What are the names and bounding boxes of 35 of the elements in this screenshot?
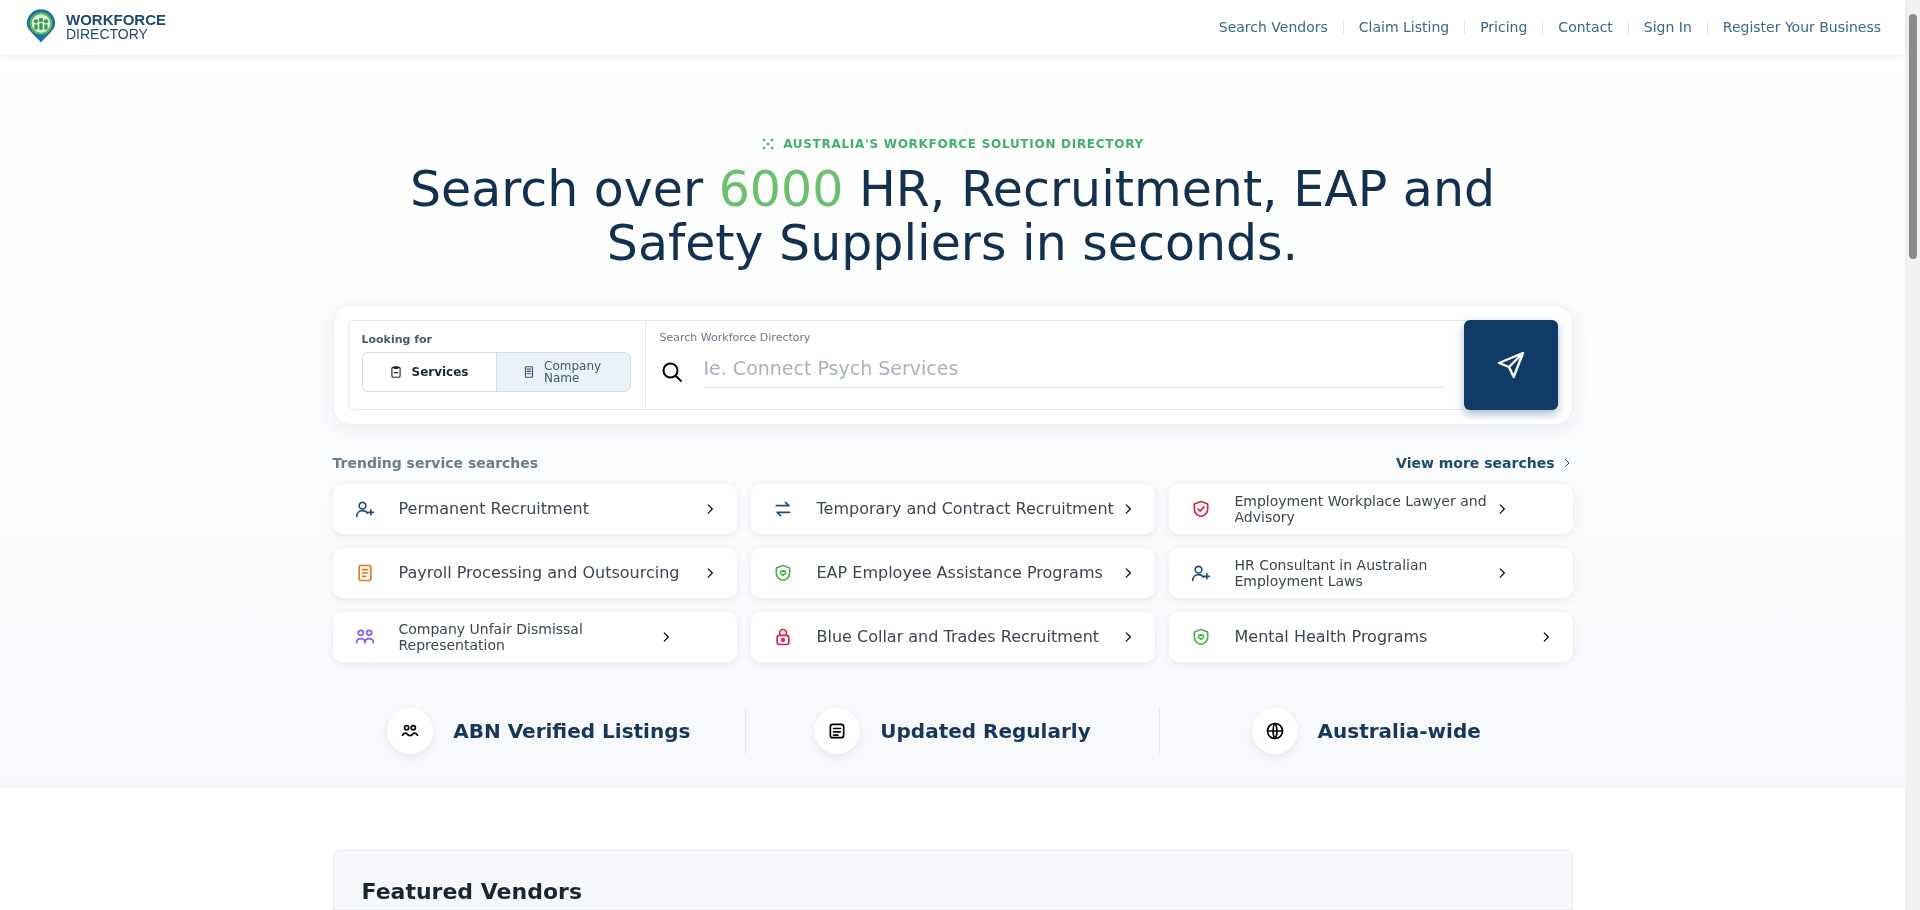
trending-search-card[interactable]: Temporary and Contract Recruitment bbox=[750, 483, 1155, 534]
nav-link[interactable]: Claim Listing bbox=[1358, 16, 1450, 38]
dots-icon bbox=[761, 136, 776, 151]
nav-link[interactable]: Sign In bbox=[1643, 16, 1692, 38]
trending-search-card[interactable]: Mental Health Programs bbox=[1168, 611, 1573, 662]
headline: Search over 6000 HR, Recruitment, EAP and Safety Suppliers in seconds. bbox=[408, 162, 1497, 271]
trending-search-card[interactable]: Permanent Recruitment bbox=[332, 483, 737, 534]
nav-link[interactable]: Search Vendors bbox=[1218, 16, 1328, 38]
field-label: Search Workforce Directory bbox=[659, 329, 812, 346]
nav-link[interactable]: Register Your Business bbox=[1722, 16, 1881, 38]
search-type-tab[interactable]: Company Name bbox=[495, 353, 630, 392]
clipboard-icon bbox=[389, 365, 404, 380]
scrollbar[interactable] bbox=[1905, 0, 1920, 910]
trending-search-card[interactable]: Employment Workplace Lawyer and Advisory bbox=[1168, 483, 1573, 534]
feature-label: Australia-wide bbox=[1317, 717, 1481, 745]
feature-label: ABN Verified Listings bbox=[453, 717, 691, 745]
trending-search-card[interactable]: EAP Employee Assistance Programs bbox=[750, 547, 1155, 598]
search-icon bbox=[659, 360, 684, 385]
field-label: Looking for bbox=[361, 331, 433, 348]
trending-search-card[interactable]: Payroll Processing and Outsourcing bbox=[332, 547, 737, 598]
section-title: Trending service searches bbox=[332, 453, 539, 473]
nav-link[interactable]: Pricing bbox=[1480, 16, 1528, 38]
eyebrow-text: AUSTRALIA'S WORKFORCE SOLUTION DIRECTORY bbox=[783, 135, 1144, 153]
feature-label: Updated Regularly bbox=[880, 717, 1091, 745]
section-title: Featured Vendors bbox=[361, 879, 583, 905]
trending-search-card[interactable]: HR Consultant in Australian Employment Laws bbox=[1168, 547, 1573, 598]
trending-search-card[interactable]: Blue Collar and Trades Recruitment bbox=[750, 611, 1155, 662]
submit-button[interactable] bbox=[1463, 319, 1558, 410]
logo-text: WORKFORCE bbox=[66, 13, 166, 28]
nav-link[interactable]: Contact bbox=[1558, 16, 1613, 38]
search-input[interactable]: Ie. Connect Psych Services bbox=[703, 348, 1444, 389]
view-more-link[interactable]: View more searches bbox=[1396, 452, 1573, 474]
globe-icon bbox=[1264, 720, 1285, 741]
logo-text: DIRECTORY bbox=[66, 27, 149, 42]
trending-search-card[interactable]: Company Unfair Dismissal Representation bbox=[332, 611, 737, 662]
